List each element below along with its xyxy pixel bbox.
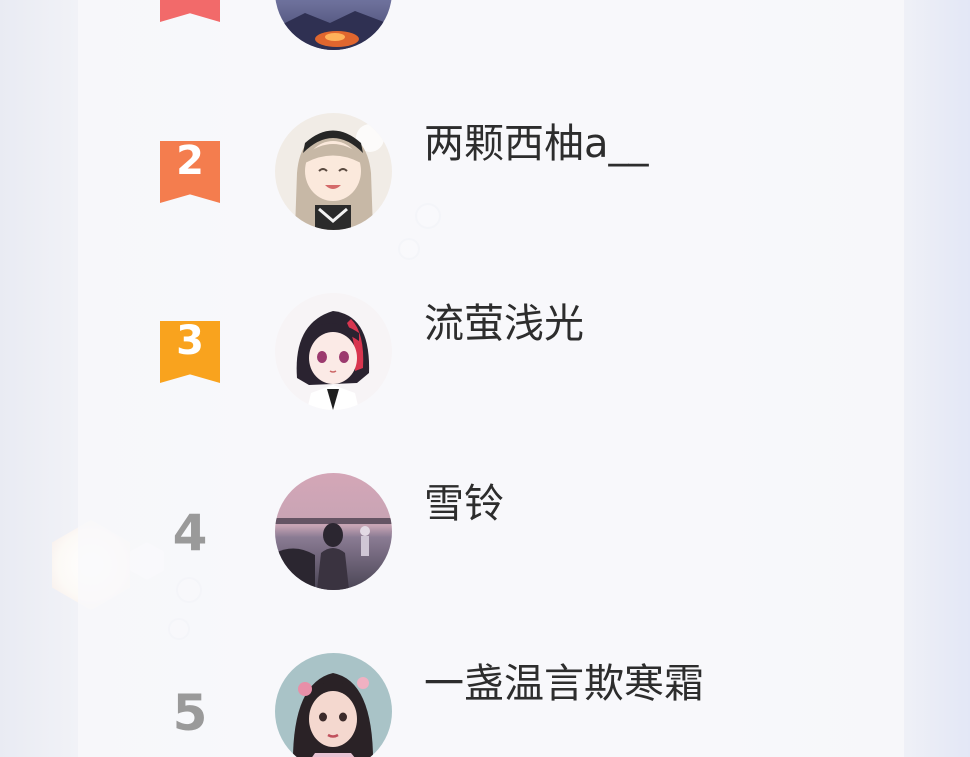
leaderboard-row[interactable]: 5 一盏温言欺寒霜 [0,590,970,757]
rank-badge: 2 [160,141,220,203]
rank-number: 4 [172,504,208,562]
user-name: 雪铃 [424,481,504,527]
seaside-sunset-avatar[interactable] [275,473,392,590]
girl-with-hair-ornaments-avatar[interactable] [275,653,392,757]
smiling-anime-girl-avatar[interactable] [275,113,392,230]
rank-badge: 3 [160,321,220,383]
user-name: 一盏温言欺寒霜 [424,661,704,707]
rank-badge [160,0,220,22]
leaderboard-row[interactable] [0,0,970,50]
anime-girl-dark-hair-avatar[interactable] [275,293,392,410]
rank-number: 5 [172,684,208,742]
user-name: 流萤浅光 [424,301,584,347]
leaderboard-row[interactable]: 3 流萤浅光 [0,230,970,410]
user-name: 两颗西柚a__ [424,121,649,167]
dusk-landscape-avatar[interactable] [275,0,392,50]
leaderboard-row[interactable]: 2 两颗西柚a__ [0,50,970,230]
leaderboard-row[interactable]: 4 雪铃 [0,410,970,590]
